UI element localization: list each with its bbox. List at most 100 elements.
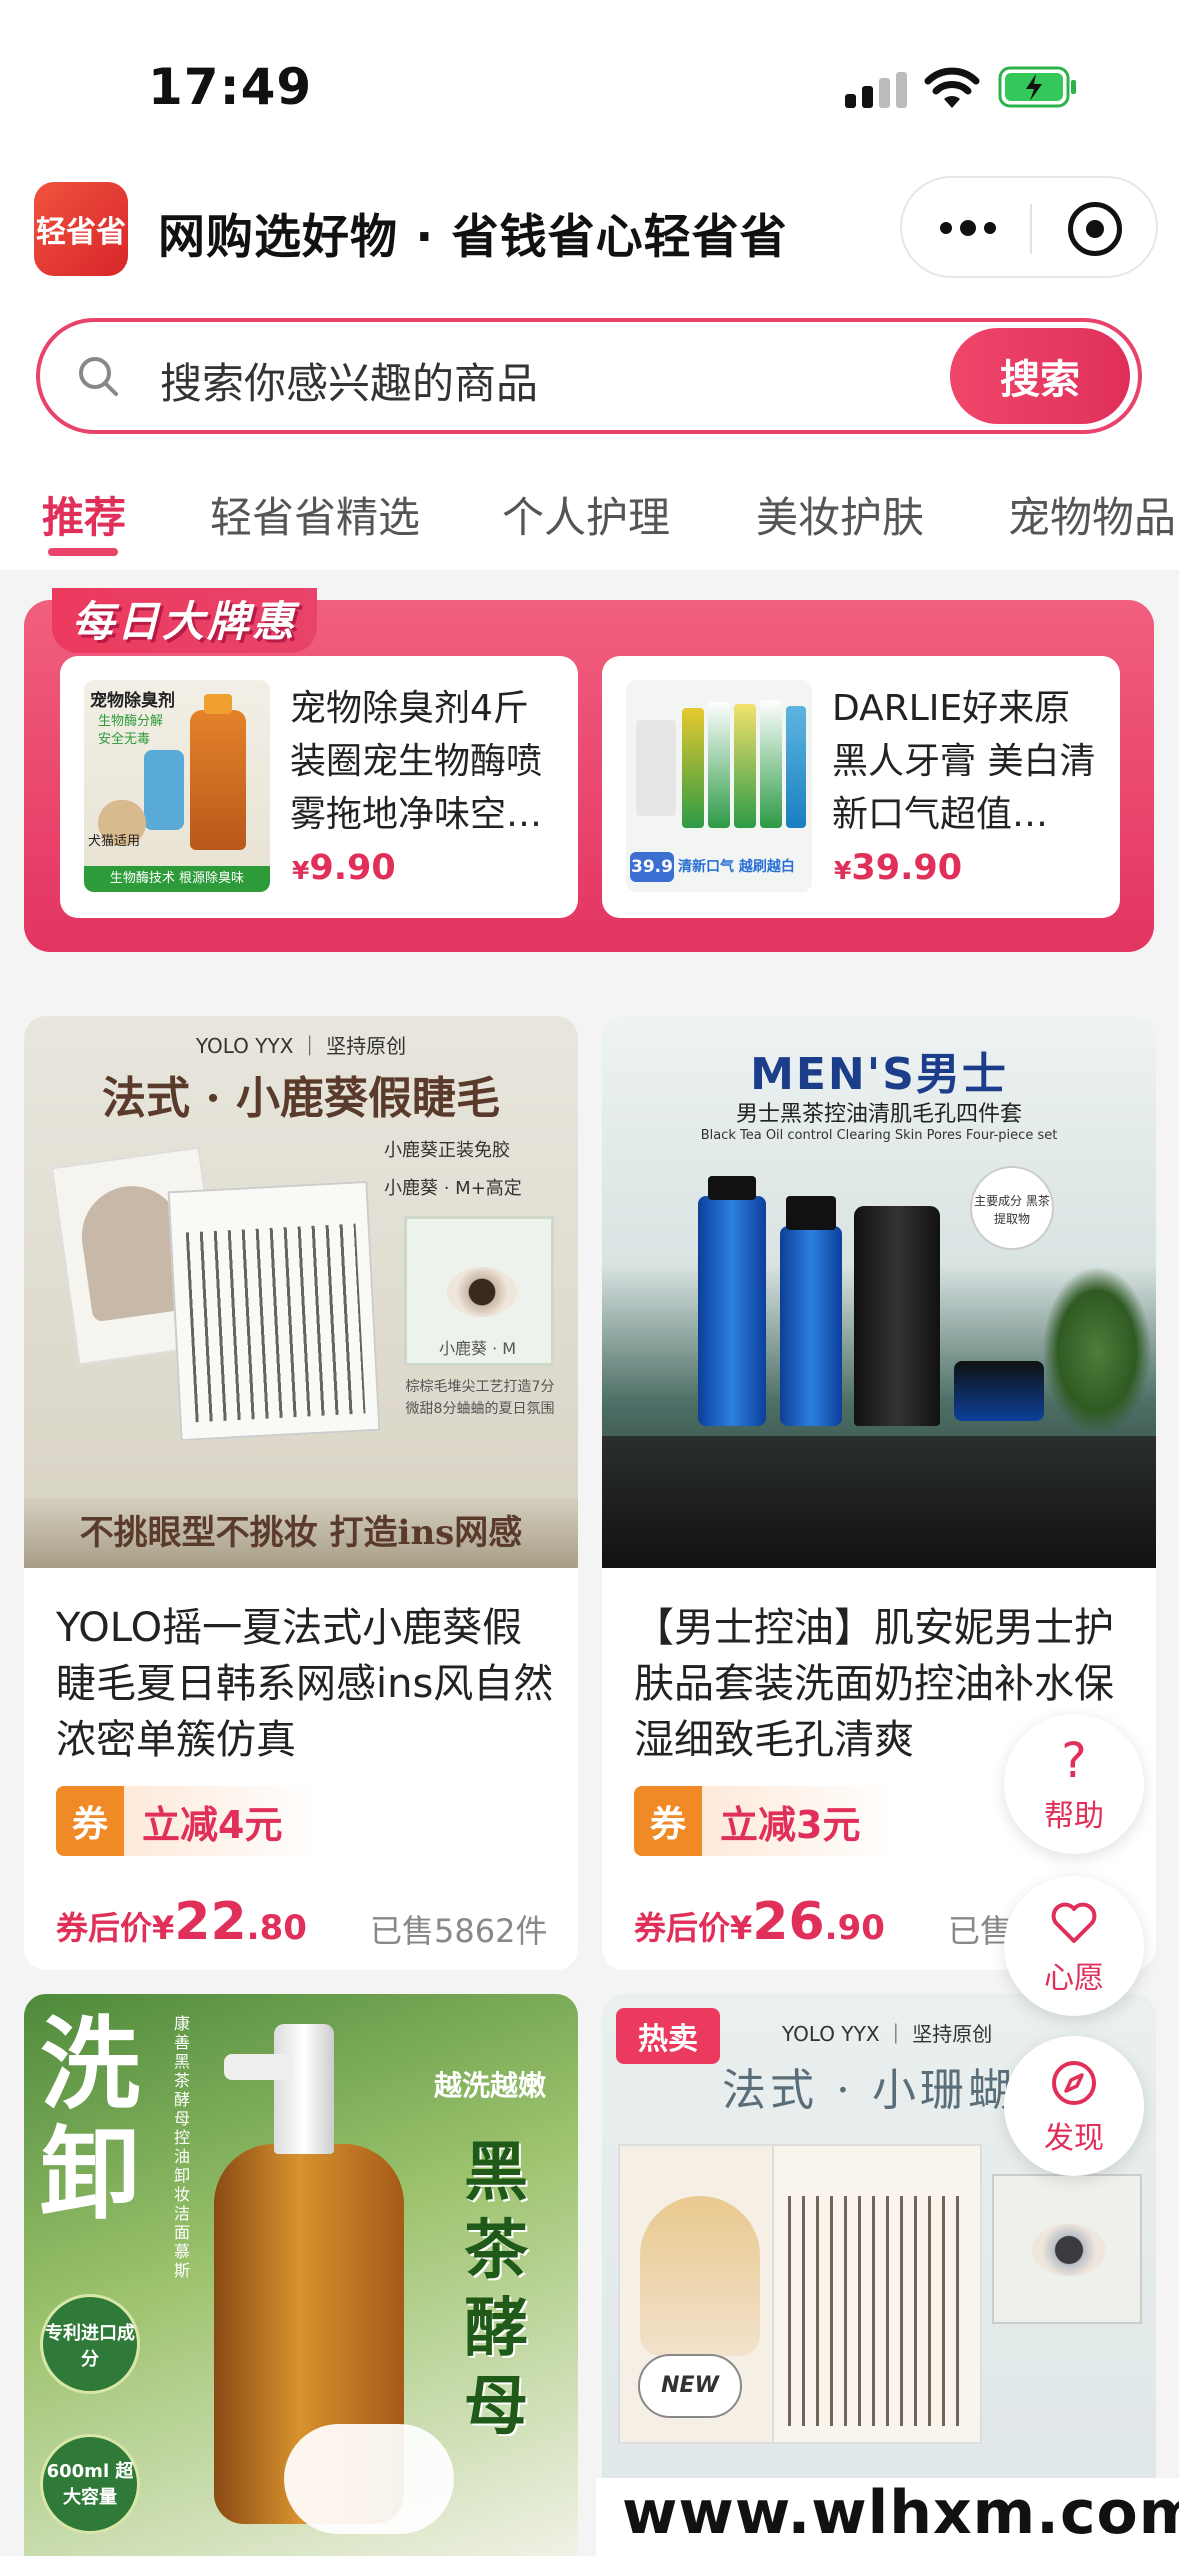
wifi-icon <box>924 67 980 108</box>
miniprogram-capsule <box>900 176 1158 278</box>
product-name: YOLO摇一夏法式小鹿葵假睫毛夏日韩系网感ins风自然浓密单簇仿真 <box>56 1605 554 1763</box>
deal-img-text: 犬猫适用 <box>88 834 141 849</box>
tab-selected[interactable]: 轻省省精选 <box>210 484 420 545</box>
lash-tray <box>167 1180 381 1442</box>
pump-nozzle <box>224 2054 294 2080</box>
deal-image: 39.9 清新口气 越刷越白 <box>626 680 812 892</box>
discover-label: 发现 <box>1044 2121 1104 2156</box>
spray-bottle <box>144 750 184 830</box>
illustration-face <box>640 2196 760 2356</box>
deal-card[interactable]: 39.9 清新口气 越刷越白 DARLIE好来原黑人牙膏 美白清新口气超值… ¥… <box>602 656 1120 918</box>
search-bar[interactable]: 搜索你感兴趣的商品 搜索 <box>36 318 1142 434</box>
coupon-amount: 立减4元 <box>124 1786 319 1856</box>
tab-beauty[interactable]: 美妆护肤 <box>756 484 924 545</box>
toothpaste-tube <box>786 706 806 828</box>
product-img-footer: 不挑眼型不挑妆 打造ins网感 <box>24 1498 578 1568</box>
bottle-cap <box>786 1196 836 1230</box>
product-img-text: 小鹿葵正装免胶 <box>384 1140 510 1161</box>
coupon-amount: 立减3元 <box>702 1786 897 1856</box>
question-icon: ? <box>1061 1733 1087 1789</box>
daily-deals-section: 每日大牌惠 宠物除臭剂 生物酶分解 安全无毒 犬猫适用 生物酶技术 根源除臭味 … <box>24 588 1154 952</box>
toothpaste-tube <box>682 708 704 828</box>
bottle-cap <box>708 1176 756 1200</box>
toothpaste-tube <box>708 702 730 828</box>
pump-head <box>274 2024 334 2154</box>
patent-badge: 专利进口成分 <box>40 2294 140 2394</box>
leaves <box>1042 1266 1152 1436</box>
eye-icon <box>1032 2224 1106 2276</box>
product-image: MEN'S男士 男士黑茶控油清肌毛孔四件套 Black Tea Oil cont… <box>602 1016 1156 1568</box>
help-button[interactable]: ? 帮助 <box>1004 1714 1144 1854</box>
product-img-brand: YOLO YYX ｜ 坚持原创 <box>195 1034 407 1058</box>
app-logo: 轻省省 <box>34 182 128 276</box>
tab-recommend[interactable]: 推荐 <box>42 484 126 545</box>
heart-icon <box>1051 1902 1097 1943</box>
tab-pet[interactable]: 宠物物品 <box>1008 484 1176 545</box>
deodorant-bottle <box>190 710 246 850</box>
lash-tray <box>772 2144 982 2444</box>
tab-active-indicator <box>48 548 118 556</box>
wishlist-label: 心愿 <box>1044 1961 1104 1996</box>
app-title: 网购选好物 · 省钱省心轻省省 <box>158 210 788 265</box>
coupon-tag: 券 <box>634 1786 702 1856</box>
product-img-brand: MEN'S男士 <box>750 1049 1008 1100</box>
product-card[interactable]: 洗卸 康善黑茶酵母控油卸妆洁面慕斯 越洗越嫩 黑茶酵母 专利进口成分 600ml… <box>24 1994 578 2556</box>
search-input[interactable]: 搜索你感兴趣的商品 <box>160 350 538 411</box>
compass-icon <box>1052 2061 1096 2105</box>
product-img-headline: 洗卸 <box>40 2006 140 2233</box>
toothpaste-box <box>636 720 676 816</box>
product-bottle <box>780 1226 842 1426</box>
product-img-text: 小鹿葵 · M <box>439 1339 517 1358</box>
foam <box>284 2424 454 2534</box>
product-image: YOLO YYX ｜ 坚持原创 法式 · 小鹿葵假睫毛 小鹿葵正装免胶 小鹿葵 … <box>24 1016 578 1568</box>
tab-personal-care[interactable]: 个人护理 <box>502 484 670 545</box>
search-icon <box>79 357 118 396</box>
coupon-tag: 券 <box>56 1786 124 1856</box>
capacity-badge: 600ml 超大容量 <box>40 2434 140 2534</box>
daily-deals-title: 每日大牌惠 <box>52 588 318 653</box>
sold-count: 已售 <box>948 1912 1013 1950</box>
deal-img-text: 清新口气 越刷越白 <box>678 859 795 875</box>
product-card[interactable]: YOLO YYX ｜ 坚持原创 法式 · 小鹿葵假睫毛 小鹿葵正装免胶 小鹿葵 … <box>24 1016 578 1970</box>
more-icon[interactable] <box>940 216 996 240</box>
eye-icon <box>447 1267 517 1317</box>
cream-jar <box>954 1361 1044 1421</box>
deal-img-text: 39.9 <box>630 852 674 882</box>
product-img-text: 小鹿葵 · M+高定 <box>384 1178 522 1199</box>
product-img-headline: 法式 · 小鹿葵假睫毛 <box>102 1073 500 1124</box>
discover-button[interactable]: 发现 <box>1004 2036 1144 2176</box>
cleanser-tube <box>854 1206 940 1426</box>
cellular-signal-icon <box>845 72 907 108</box>
help-label: 帮助 <box>1044 1799 1104 1834</box>
ingredient-badge: 主要成分 黑茶提取物 <box>970 1166 1054 1250</box>
product-image: 洗卸 康善黑茶酵母控油卸妆洁面慕斯 越洗越嫩 黑茶酵母 专利进口成分 600ml… <box>24 1994 578 2556</box>
toothpaste-tube <box>734 704 756 828</box>
deal-img-text: 生物酶分解 <box>98 714 164 729</box>
product-img-text: Black Tea Oil control Clearing Skin Pore… <box>700 1128 1058 1143</box>
search-button[interactable]: 搜索 <box>950 328 1130 424</box>
deal-name: 宠物除臭剂4斤装圈宠生物酶喷雾拖地净味空… <box>290 688 543 835</box>
lash-rows <box>185 1223 366 1423</box>
product-img-text: 黑茶酵母 <box>464 2136 528 2444</box>
price: 券后价¥26.90 <box>634 1892 885 1952</box>
coupon: 券 立减4元 <box>56 1786 319 1856</box>
deal-img-text: 安全无毒 <box>98 732 151 747</box>
coupon: 券 立减3元 <box>634 1786 897 1856</box>
new-badge: NEW <box>638 2354 742 2418</box>
close-miniprogram-icon[interactable] <box>1068 202 1122 256</box>
deal-card[interactable]: 宠物除臭剂 生物酶分解 安全无毒 犬猫适用 生物酶技术 根源除臭味 宠物除臭剂4… <box>60 656 578 918</box>
wishlist-button[interactable]: 心愿 <box>1004 1876 1144 2016</box>
battery-icon <box>998 66 1076 108</box>
deal-price: ¥39.90 <box>834 848 963 888</box>
price: 券后价¥22.80 <box>56 1892 307 1952</box>
product-bottle <box>698 1196 766 1426</box>
deal-img-text: 生物酶技术 根源除臭味 <box>84 866 270 892</box>
product-img-text: 男士黑茶控油清肌毛孔四件套 <box>735 1102 1022 1127</box>
toothpaste-tube <box>760 700 782 828</box>
rock-base <box>602 1436 1156 1568</box>
product-img-text: 棕棕毛堆尖工艺打造7分微甜8分蛐蛐的夏日氛围 <box>405 1379 555 1417</box>
product-img-brand: YOLO YYX ｜ 坚持原创 <box>782 2022 993 2046</box>
product-img-text: 越洗越嫩 <box>434 2069 547 2102</box>
deal-image: 宠物除臭剂 生物酶分解 安全无毒 犬猫适用 生物酶技术 根源除臭味 <box>84 680 270 892</box>
hot-badge: 热卖 <box>616 2008 720 2064</box>
